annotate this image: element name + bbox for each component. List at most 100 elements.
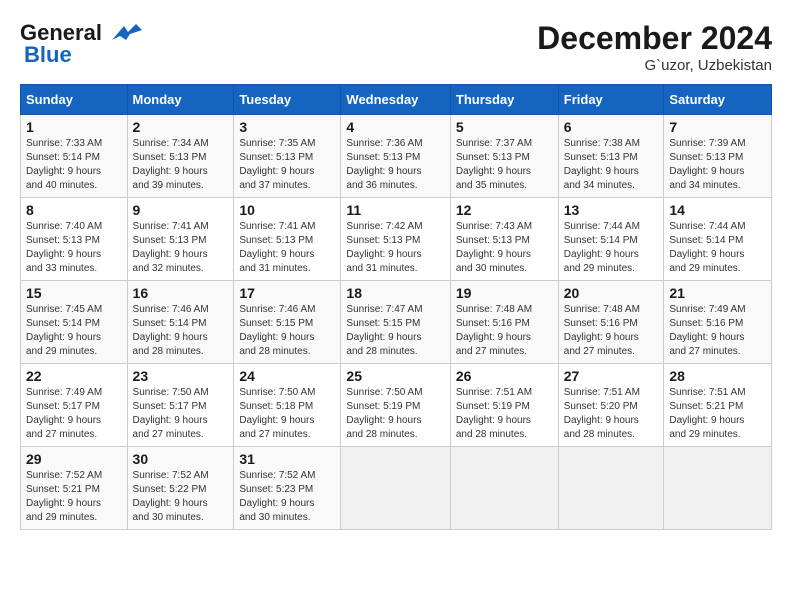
calendar-cell: 8 Sunrise: 7:40 AM Sunset: 5:13 PM Daylig… (21, 198, 128, 281)
day-number: 23 (133, 368, 229, 384)
calendar-cell: 20 Sunrise: 7:48 AM Sunset: 5:16 PM Dayli… (558, 281, 664, 364)
day-info: Sunrise: 7:48 AM Sunset: 5:16 PM Dayligh… (564, 303, 659, 359)
weekday-header-friday: Friday (558, 85, 664, 115)
calendar-cell (664, 447, 772, 530)
calendar-cell: 26Sunrise: 7:51 AM Sunset: 5:19 PM Dayli… (450, 364, 558, 447)
day-info: Sunrise: 7:50 AM Sunset: 5:19 PM Dayligh… (346, 386, 444, 442)
day-number: 3 (239, 119, 335, 135)
day-info: Sunrise: 7:40 AM Sunset: 5:13 PM Dayligh… (26, 220, 122, 276)
calendar-week-2: 8 Sunrise: 7:40 AM Sunset: 5:13 PM Daylig… (21, 198, 772, 281)
logo-blue: Blue (24, 42, 72, 68)
day-number: 11 (346, 202, 444, 218)
day-info: Sunrise: 7:38 AM Sunset: 5:13 PM Dayligh… (564, 137, 659, 193)
day-info: Sunrise: 7:44 AM Sunset: 5:14 PM Dayligh… (564, 220, 659, 276)
day-info: Sunrise: 7:46 AM Sunset: 5:14 PM Dayligh… (133, 303, 229, 359)
calendar-cell: 31Sunrise: 7:52 AM Sunset: 5:23 PM Dayli… (234, 447, 341, 530)
day-number: 24 (239, 368, 335, 384)
day-number: 21 (669, 285, 766, 301)
day-number: 5 (456, 119, 553, 135)
day-info: Sunrise: 7:39 AM Sunset: 5:13 PM Dayligh… (669, 137, 766, 193)
calendar-cell (558, 447, 664, 530)
day-info: Sunrise: 7:50 AM Sunset: 5:17 PM Dayligh… (133, 386, 229, 442)
day-info: Sunrise: 7:37 AM Sunset: 5:13 PM Dayligh… (456, 137, 553, 193)
day-number: 30 (133, 451, 229, 467)
calendar-cell: 13 Sunrise: 7:44 AM Sunset: 5:14 PM Dayli… (558, 198, 664, 281)
weekday-header-row: SundayMondayTuesdayWednesdayThursdayFrid… (21, 85, 772, 115)
day-number: 17 (239, 285, 335, 301)
calendar-cell: 12 Sunrise: 7:43 AM Sunset: 5:13 PM Dayli… (450, 198, 558, 281)
calendar-cell: 2 Sunrise: 7:34 AM Sunset: 5:13 PM Daylig… (127, 115, 234, 198)
day-number: 10 (239, 202, 335, 218)
day-number: 14 (669, 202, 766, 218)
day-number: 8 (26, 202, 122, 218)
calendar-cell: 18Sunrise: 7:47 AM Sunset: 5:15 PM Dayli… (341, 281, 450, 364)
day-number: 20 (564, 285, 659, 301)
day-number: 6 (564, 119, 659, 135)
day-number: 4 (346, 119, 444, 135)
weekday-header-wednesday: Wednesday (341, 85, 450, 115)
calendar-cell: 25Sunrise: 7:50 AM Sunset: 5:19 PM Dayli… (341, 364, 450, 447)
day-info: Sunrise: 7:48 AM Sunset: 5:16 PM Dayligh… (456, 303, 553, 359)
calendar-cell: 29Sunrise: 7:52 AM Sunset: 5:21 PM Dayli… (21, 447, 128, 530)
title-section: December 2024 G`uzor, Uzbekistan (537, 20, 772, 74)
day-info: Sunrise: 7:42 AM Sunset: 5:13 PM Dayligh… (346, 220, 444, 276)
day-info: Sunrise: 7:34 AM Sunset: 5:13 PM Dayligh… (133, 137, 229, 193)
month-title: December 2024 (537, 20, 772, 57)
weekday-header-tuesday: Tuesday (234, 85, 341, 115)
day-info: Sunrise: 7:49 AM Sunset: 5:16 PM Dayligh… (669, 303, 766, 359)
day-number: 7 (669, 119, 766, 135)
day-info: Sunrise: 7:41 AM Sunset: 5:13 PM Dayligh… (133, 220, 229, 276)
calendar-cell: 17 Sunrise: 7:46 AM Sunset: 5:15 PM Dayli… (234, 281, 341, 364)
day-number: 13 (564, 202, 659, 218)
location-subtitle: G`uzor, Uzbekistan (537, 57, 772, 74)
day-info: Sunrise: 7:33 AM Sunset: 5:14 PM Dayligh… (26, 137, 122, 193)
day-info: Sunrise: 7:52 AM Sunset: 5:22 PM Dayligh… (133, 469, 229, 525)
page-header: General Blue December 2024 G`uzor, Uzbek… (20, 20, 772, 74)
day-number: 12 (456, 202, 553, 218)
day-info: Sunrise: 7:52 AM Sunset: 5:23 PM Dayligh… (239, 469, 335, 525)
calendar-cell: 5 Sunrise: 7:37 AM Sunset: 5:13 PM Daylig… (450, 115, 558, 198)
calendar-cell: 27Sunrise: 7:51 AM Sunset: 5:20 PM Dayli… (558, 364, 664, 447)
day-info: Sunrise: 7:45 AM Sunset: 5:14 PM Dayligh… (26, 303, 122, 359)
calendar-week-1: 1 Sunrise: 7:33 AM Sunset: 5:14 PM Daylig… (21, 115, 772, 198)
day-number: 2 (133, 119, 229, 135)
calendar-week-5: 29Sunrise: 7:52 AM Sunset: 5:21 PM Dayli… (21, 447, 772, 530)
calendar-cell: 19 Sunrise: 7:48 AM Sunset: 5:16 PM Dayli… (450, 281, 558, 364)
day-number: 29 (26, 451, 122, 467)
calendar-cell: 4 Sunrise: 7:36 AM Sunset: 5:13 PM Daylig… (341, 115, 450, 198)
day-number: 28 (669, 368, 766, 384)
calendar-cell: 9Sunrise: 7:41 AM Sunset: 5:13 PM Daylig… (127, 198, 234, 281)
day-info: Sunrise: 7:50 AM Sunset: 5:18 PM Dayligh… (239, 386, 335, 442)
calendar-cell: 7 Sunrise: 7:39 AM Sunset: 5:13 PM Daylig… (664, 115, 772, 198)
day-number: 15 (26, 285, 122, 301)
calendar-cell: 30 Sunrise: 7:52 AM Sunset: 5:22 PM Dayli… (127, 447, 234, 530)
logo: General Blue (20, 20, 142, 68)
day-info: Sunrise: 7:35 AM Sunset: 5:13 PM Dayligh… (239, 137, 335, 193)
calendar-cell (341, 447, 450, 530)
day-info: Sunrise: 7:49 AM Sunset: 5:17 PM Dayligh… (26, 386, 122, 442)
calendar-week-4: 22 Sunrise: 7:49 AM Sunset: 5:17 PM Dayli… (21, 364, 772, 447)
day-info: Sunrise: 7:46 AM Sunset: 5:15 PM Dayligh… (239, 303, 335, 359)
day-number: 16 (133, 285, 229, 301)
day-info: Sunrise: 7:43 AM Sunset: 5:13 PM Dayligh… (456, 220, 553, 276)
day-info: Sunrise: 7:44 AM Sunset: 5:14 PM Dayligh… (669, 220, 766, 276)
calendar-week-3: 15 Sunrise: 7:45 AM Sunset: 5:14 PM Dayli… (21, 281, 772, 364)
day-number: 18 (346, 285, 444, 301)
calendar-cell: 23 Sunrise: 7:50 AM Sunset: 5:17 PM Dayli… (127, 364, 234, 447)
calendar-cell: 1 Sunrise: 7:33 AM Sunset: 5:14 PM Daylig… (21, 115, 128, 198)
weekday-header-saturday: Saturday (664, 85, 772, 115)
calendar-cell: 28Sunrise: 7:51 AM Sunset: 5:21 PM Dayli… (664, 364, 772, 447)
calendar-cell: 24 Sunrise: 7:50 AM Sunset: 5:18 PM Dayli… (234, 364, 341, 447)
calendar-body: 1 Sunrise: 7:33 AM Sunset: 5:14 PM Daylig… (21, 115, 772, 530)
day-number: 1 (26, 119, 122, 135)
calendar-cell (450, 447, 558, 530)
calendar-cell: 3 Sunrise: 7:35 AM Sunset: 5:13 PM Daylig… (234, 115, 341, 198)
weekday-header-thursday: Thursday (450, 85, 558, 115)
day-info: Sunrise: 7:36 AM Sunset: 5:13 PM Dayligh… (346, 137, 444, 193)
calendar-cell: 6 Sunrise: 7:38 AM Sunset: 5:13 PM Daylig… (558, 115, 664, 198)
weekday-header-sunday: Sunday (21, 85, 128, 115)
logo-bird-icon (104, 22, 142, 44)
day-number: 22 (26, 368, 122, 384)
day-number: 26 (456, 368, 553, 384)
day-number: 19 (456, 285, 553, 301)
